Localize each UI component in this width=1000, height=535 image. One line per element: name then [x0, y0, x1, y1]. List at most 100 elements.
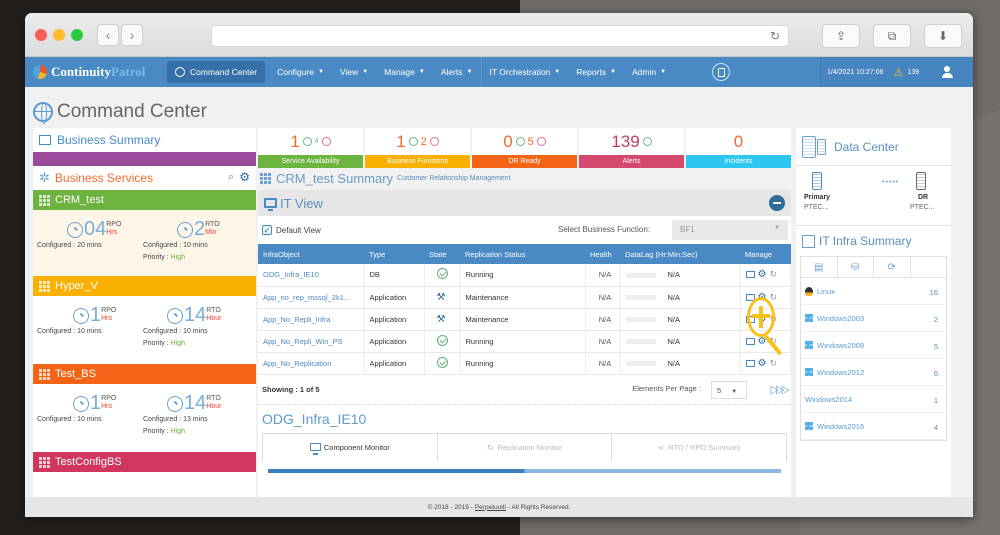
next-page-icon[interactable]: ▷▷▷: [771, 383, 790, 396]
column-header[interactable]: Manage: [740, 244, 791, 264]
clipboard-icon[interactable]: [712, 63, 731, 81]
infra-object-link[interactable]: App_No_Repli_Win_PS: [258, 330, 365, 353]
nav-admin[interactable]: Admin ▼: [624, 57, 674, 87]
infra-type: Application: [364, 352, 425, 375]
os-list-item[interactable]: Windows2012 6: [801, 359, 946, 386]
collapse-icon[interactable]: [769, 195, 785, 211]
business-service-card[interactable]: Hyper_V 1 RPO Hrs 14 RTO Hour Configured :…: [33, 276, 256, 364]
stat-business-functions[interactable]: 1 2 Business Functions: [365, 128, 470, 168]
caret-down-icon: ▼: [660, 69, 667, 75]
caret-down-icon: ▼: [610, 69, 616, 75]
tab-component-monitor[interactable]: Component Monitor: [263, 433, 438, 461]
clock-icon: [67, 222, 83, 238]
business-function-select[interactable]: BF1 ▼: [672, 220, 788, 240]
user-icon[interactable]: [939, 66, 955, 78]
monitor-icon[interactable]: [745, 337, 755, 345]
business-service-header[interactable]: CRM_test: [33, 190, 256, 210]
stat-service-availability[interactable]: 1 4 Service Availability: [258, 128, 363, 168]
stat-incidents[interactable]: 0 Incidents: [686, 128, 791, 168]
download-icon[interactable]: ⬇: [924, 24, 962, 48]
os-list-item[interactable]: Windows2016 4: [801, 413, 946, 440]
dr-server-icon[interactable]: [916, 172, 926, 190]
os-list-item[interactable]: Windows2003 2: [801, 305, 946, 332]
nav-reports[interactable]: Reports ▼: [568, 57, 624, 87]
refresh-icon[interactable]: ↻: [769, 358, 777, 369]
per-page-select[interactable]: 5 ▼: [711, 380, 747, 399]
column-header[interactable]: Replication Status: [460, 244, 585, 264]
server-tab-icon[interactable]: ▤: [801, 257, 838, 277]
tabs-icon[interactable]: ⧉: [873, 24, 911, 48]
infra-object-link[interactable]: App_No_Replication: [258, 352, 365, 375]
business-service-header[interactable]: Hyper_V: [33, 276, 256, 296]
default-view-checkbox[interactable]: ✓: [262, 225, 272, 235]
os-list-item[interactable]: Windows2014 1: [801, 386, 946, 413]
replication-tab-icon[interactable]: ⟳: [874, 257, 911, 277]
business-service-header[interactable]: TestConfigBS: [33, 452, 256, 472]
priority: Priority : High: [143, 340, 185, 347]
refresh-icon[interactable]: ↻: [769, 269, 777, 280]
stat-dr-ready[interactable]: 0 5 DR Ready: [472, 128, 577, 168]
nav-command-center[interactable]: Command Center: [167, 61, 266, 83]
share-icon[interactable]: ⇪: [822, 24, 860, 48]
settings-gear-icon[interactable]: ⚙: [239, 170, 250, 184]
column-header[interactable]: Health: [585, 244, 620, 264]
footer: © 2018 - 2019 - Perpetuuiti - All Rights…: [25, 497, 973, 517]
table-row[interactable]: App_No_Replication Application Running N/A N…: [258, 352, 791, 375]
business-service-header[interactable]: Test_BS: [33, 364, 256, 384]
database-tab-icon[interactable]: ⛁: [838, 257, 874, 277]
forward-button[interactable]: ›: [121, 23, 143, 46]
reload-icon[interactable]: ↻: [770, 29, 780, 43]
nav-configure[interactable]: Configure ▼: [269, 57, 332, 87]
column-header[interactable]: InfraObject: [258, 244, 364, 264]
maximize-window-button[interactable]: [71, 28, 83, 41]
column-header[interactable]: DataLag (Hr:Min:Sec): [620, 244, 740, 264]
table-row[interactable]: App_No_Repli_Win_PS Application Running N/A…: [258, 330, 791, 353]
tab-rto-rpo-summary[interactable]: ⋖ RTO / RPO Summary: [612, 433, 787, 461]
datalag-bar: [625, 272, 656, 278]
stat-alerts[interactable]: 139 Alerts: [579, 128, 684, 168]
nav-manage[interactable]: Manage ▼: [376, 57, 433, 87]
infra-object-link[interactable]: App_No_Repli_Infra: [258, 308, 365, 331]
business-service-card[interactable]: TestConfigBS: [33, 452, 256, 472]
tab-replication-monitor[interactable]: ↻ Replication Monitor: [437, 433, 613, 461]
alert-count[interactable]: 139: [907, 69, 919, 76]
infra-summary-title: IT Infra Summary: [819, 234, 912, 248]
os-list-item[interactable]: Linux 16: [801, 278, 946, 305]
footer-company-link[interactable]: Perpetuuiti: [475, 504, 506, 511]
infra-object-link[interactable]: ODG_Infra_IE10: [258, 264, 365, 287]
business-service-card[interactable]: Test_BS 1 RPO Hrs 14 RTO Hour Configured :…: [33, 364, 256, 452]
logo-text-accent: Patrol: [110, 64, 146, 79]
search-icon[interactable]: ⌕: [228, 171, 234, 184]
nav-it-orchestration[interactable]: IT Orchestration ▼: [480, 57, 569, 87]
selected-infra-title: ODG_Infra_IE10: [262, 410, 367, 427]
empty-tab[interactable]: [911, 257, 947, 277]
column-header[interactable]: Type: [364, 244, 424, 264]
gear-icon[interactable]: ⚙: [758, 358, 767, 369]
column-header[interactable]: State: [424, 244, 460, 264]
os-count: 4: [933, 423, 938, 432]
business-service-card[interactable]: CRM_test 04 RPO Hrs 2 RTO Min Configured :…: [33, 190, 256, 276]
table-row[interactable]: ODG_Infra_IE10 DB Running N/A N/A ⚙ ↻: [258, 264, 791, 287]
monitor-icon[interactable]: [745, 271, 755, 279]
back-button[interactable]: ‹: [97, 23, 119, 46]
warning-icon[interactable]: ⚠: [893, 66, 903, 79]
gear-icon[interactable]: ⚙: [758, 269, 767, 280]
refresh-icon[interactable]: ↻: [769, 292, 777, 303]
os-name: Windows2012: [817, 367, 865, 377]
monitor-icon[interactable]: [745, 359, 755, 367]
minimize-window-button[interactable]: [53, 28, 65, 41]
nav-view[interactable]: View ▼: [332, 57, 376, 87]
datalag: N/A: [620, 352, 741, 375]
address-bar[interactable]: ↻: [211, 25, 789, 47]
running-check-icon: [436, 268, 448, 280]
table-row[interactable]: App_No_Repli_Infra Application ⚒ Maintenanc…: [258, 308, 791, 331]
rpo-metric: 1 RPO Hrs: [73, 304, 116, 326]
close-window-button[interactable]: [35, 28, 47, 41]
primary-server-icon[interactable]: [812, 172, 822, 190]
running-check-icon: [436, 356, 448, 368]
table-row[interactable]: App_no_rep_mssql_2k1... Application ⚒ Maint…: [258, 286, 791, 309]
nav-alerts[interactable]: Alerts ▼: [433, 57, 481, 87]
os-list-item[interactable]: Windows2008 5: [801, 332, 946, 359]
app-logo[interactable]: Continuity Patrol: [25, 57, 165, 87]
infra-object-link[interactable]: App_no_rep_mssql_2k1...: [258, 286, 365, 309]
